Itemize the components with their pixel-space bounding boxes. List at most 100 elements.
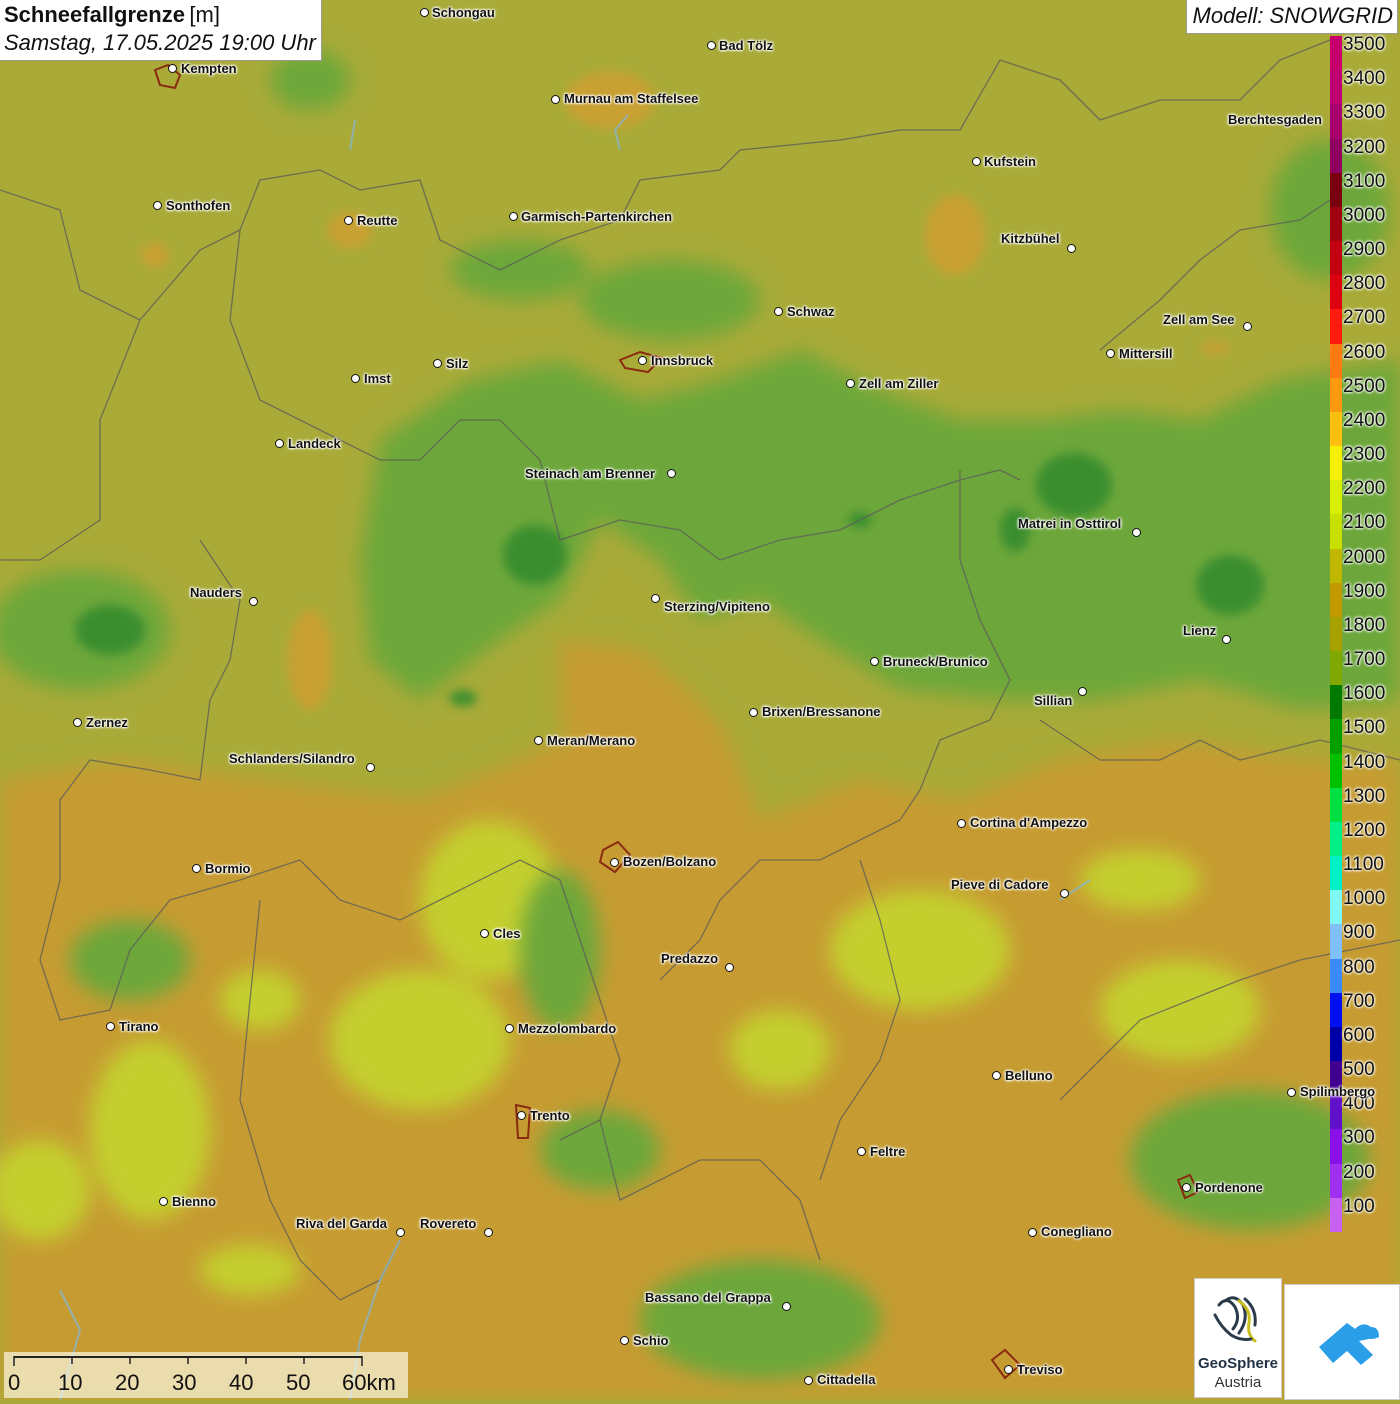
legend-swatch: [1330, 992, 1342, 1028]
city-label: Bozen/Bolzano: [623, 854, 717, 869]
city-label: Zell am Ziller: [859, 376, 939, 391]
legend-swatch: [1330, 275, 1342, 310]
city-dot: [1287, 1088, 1296, 1097]
city-dot: [168, 64, 177, 73]
legend-label: 2100: [1343, 512, 1386, 534]
scale-ticks: [13, 1356, 363, 1366]
legend-label: 1200: [1343, 819, 1386, 841]
city-dot: [667, 469, 676, 478]
city-dot: [1243, 322, 1252, 331]
legend-label: 100: [1343, 1195, 1375, 1217]
city-label: Kempten: [181, 61, 237, 76]
legend-swatch: [1330, 343, 1342, 379]
city-label: Zernez: [86, 715, 128, 730]
legend-label: 1900: [1343, 580, 1386, 602]
scale-label: 40: [229, 1370, 254, 1395]
city-dot: [1028, 1228, 1037, 1237]
legend-label: 1400: [1343, 751, 1386, 773]
city-label: Cles: [493, 926, 521, 941]
legend-swatch: [1330, 411, 1342, 447]
city-dot: [275, 439, 284, 448]
city-label: Mittersill: [1119, 346, 1173, 361]
city-label: Schlanders/Silandro: [229, 751, 355, 766]
legend-swatch: [1330, 514, 1342, 550]
city-label: Bienno: [172, 1194, 217, 1209]
city-dot: [344, 216, 353, 225]
legend-label: 1300: [1343, 785, 1386, 807]
legend-swatch: [1330, 446, 1342, 481]
city-label: Riva del Garda: [296, 1216, 388, 1231]
legend-label: 1600: [1343, 683, 1386, 705]
city-dot: [159, 1197, 168, 1206]
legend-label: 3400: [1343, 68, 1386, 90]
legend-swatch: [1330, 616, 1342, 652]
city-dot: [192, 864, 201, 873]
legend-label: 2600: [1343, 341, 1386, 363]
city-dot: [957, 819, 966, 828]
weather-app-logo[interactable]: [1284, 1284, 1400, 1400]
legend-label: 200: [1343, 1161, 1375, 1183]
legend-swatch: [1330, 958, 1342, 994]
city-label: Murnau am Staffelsee: [564, 91, 699, 106]
city-dot: [782, 1302, 791, 1311]
city-label: Sillian: [1034, 693, 1073, 708]
legend-swatch: [1330, 651, 1342, 686]
scale-bar: 0 10 20 30 40 50 60km: [4, 1352, 408, 1398]
legend-label: 3300: [1343, 102, 1386, 124]
legend-swatch: [1330, 480, 1342, 515]
city-label: Brixen/Bressanone: [762, 704, 881, 719]
legend-swatch: [1330, 821, 1342, 857]
legend-label: 1800: [1343, 614, 1386, 636]
city-label: Lienz: [1183, 623, 1217, 638]
city-label: Rovereto: [420, 1216, 477, 1231]
city-dot: [725, 963, 734, 972]
legend-label: 3500: [1343, 34, 1386, 55]
city-label: Bormio: [205, 861, 251, 876]
city-label: Cittadella: [817, 1372, 876, 1387]
city-dot: [857, 1147, 866, 1156]
legend-label: 2400: [1343, 409, 1386, 431]
city-dot: [366, 763, 375, 772]
legend-label: 2900: [1343, 239, 1386, 261]
legend-label: 1000: [1343, 888, 1386, 910]
scale-label: 50: [286, 1370, 311, 1395]
city-dot: [505, 1024, 514, 1033]
city-dot: [484, 1228, 493, 1237]
scale-label: 10: [58, 1370, 83, 1395]
legend-label: 3200: [1343, 136, 1386, 158]
legend-swatch: [1330, 753, 1342, 789]
city-label: Bad Tölz: [719, 38, 774, 53]
legend-swatch: [1330, 1129, 1342, 1165]
city-label: Garmisch-Partenkirchen: [521, 209, 673, 224]
geosphere-logo[interactable]: GeoSphere Austria: [1194, 1278, 1282, 1398]
city-dot: [249, 597, 258, 606]
map-title-box: Schneefallgrenze [m] Samstag, 17.05.2025…: [0, 0, 322, 61]
city-label: Reutte: [357, 213, 398, 228]
legend-swatch: [1330, 548, 1342, 584]
legend-label: 2200: [1343, 478, 1386, 500]
city-dot: [396, 1228, 405, 1237]
city-dot: [804, 1376, 813, 1385]
legend-swatch: [1330, 377, 1342, 413]
city-dot: [1106, 349, 1115, 358]
legend-swatch: [1330, 719, 1342, 755]
city-dot: [1004, 1365, 1013, 1374]
legend-label: 2000: [1343, 546, 1386, 568]
city-dot: [73, 718, 82, 727]
legend-swatch: [1330, 1026, 1342, 1062]
city-dot: [992, 1071, 1001, 1080]
legend-swatch: [1330, 787, 1342, 823]
city-label: Matrei in Osttirol: [1018, 516, 1122, 531]
city-label: Schongau: [432, 5, 495, 20]
city-dot: [1067, 244, 1076, 253]
legend-label: 1500: [1343, 717, 1386, 739]
city-dot: [749, 708, 758, 717]
legend-swatch: [1330, 206, 1342, 242]
city-label: Meran/Merano: [547, 733, 636, 748]
city-label: Bassano del Grappa: [645, 1290, 771, 1305]
city-label: Nauders: [190, 585, 243, 600]
city-dot: [972, 157, 981, 166]
city-label: Imst: [364, 371, 391, 386]
city-dot: [774, 307, 783, 316]
map-title: Schneefallgrenze: [4, 2, 185, 27]
